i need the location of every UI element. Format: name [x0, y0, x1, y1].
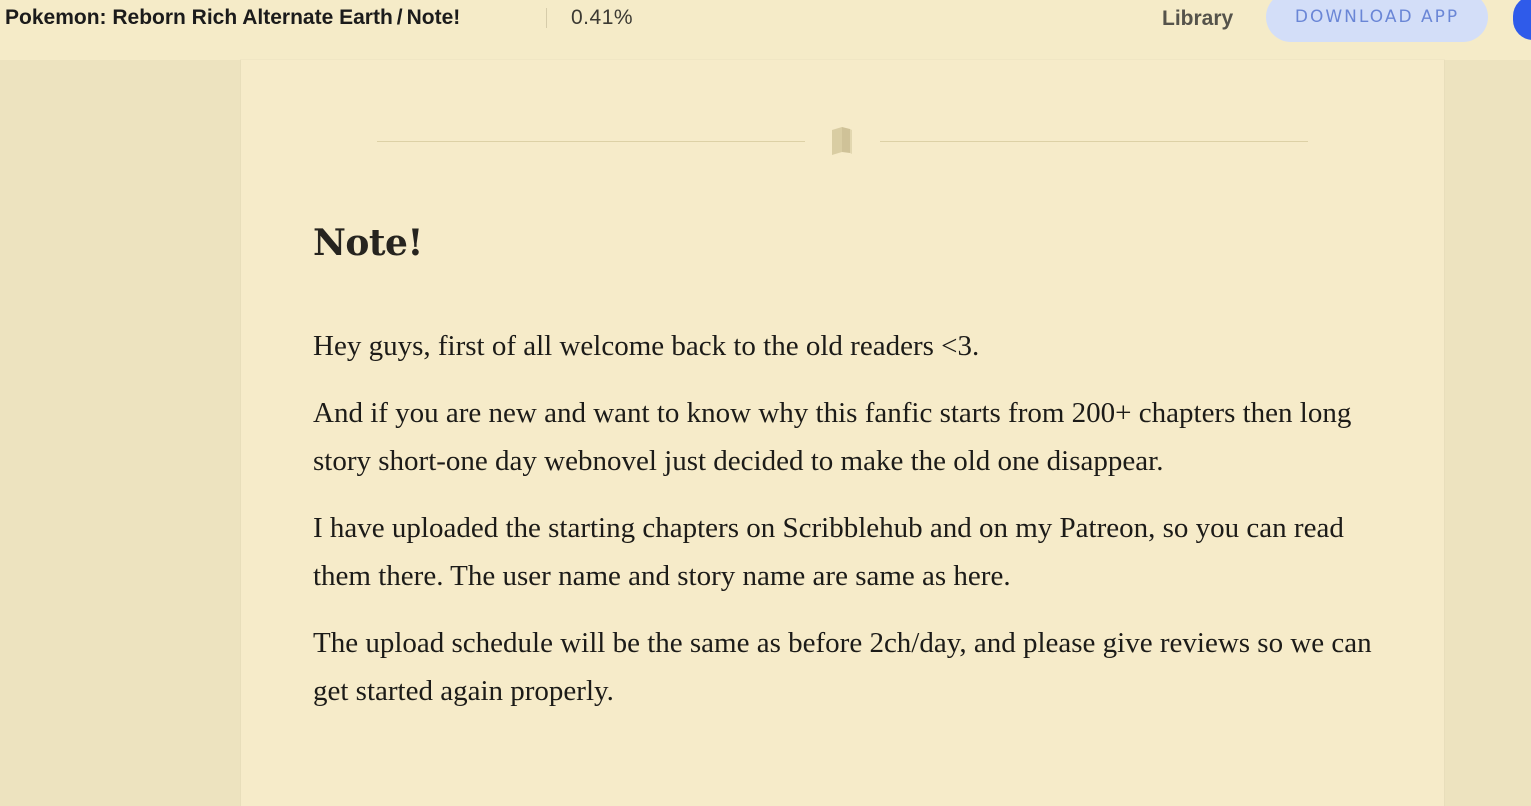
paragraph: The upload schedule will be the same as …	[313, 627, 1372, 707]
avatar[interactable]	[1513, 0, 1531, 40]
reader-page: Pokemon: Reborn Rich Alternate Earth / Not…	[0, 0, 1531, 806]
download-app-button[interactable]: DOWNLOAD APP	[1266, 0, 1488, 42]
header-divider	[546, 8, 547, 28]
paragraph: I have uploaded the starting chapters on…	[313, 512, 1344, 592]
chapter-crumb: Note!	[406, 6, 461, 29]
ornament-line-left	[377, 141, 805, 142]
paragraph: Hey guys, first of all welcome back to t…	[313, 330, 980, 362]
breadcrumb: Pokemon: Reborn Rich Alternate Earth / Not…	[5, 4, 460, 32]
reading-progress: 0.41%	[571, 6, 634, 29]
download-app-label: DOWNLOAD APP	[1294, 7, 1460, 27]
chapter-content: Hey guys, first of all welcome back to t…	[313, 322, 1383, 734]
book-icon	[832, 127, 852, 155]
breadcrumb-separator: /	[396, 6, 403, 29]
paragraph: And if you are new and want to know why …	[313, 397, 1352, 477]
ornament-line-right	[880, 141, 1308, 142]
top-header: Pokemon: Reborn Rich Alternate Earth / Not…	[0, 0, 1531, 60]
book-title-link[interactable]: Pokemon: Reborn Rich Alternate Earth	[5, 6, 393, 29]
chapter-title: Note!	[313, 222, 423, 264]
library-link[interactable]: Library	[1162, 5, 1233, 33]
